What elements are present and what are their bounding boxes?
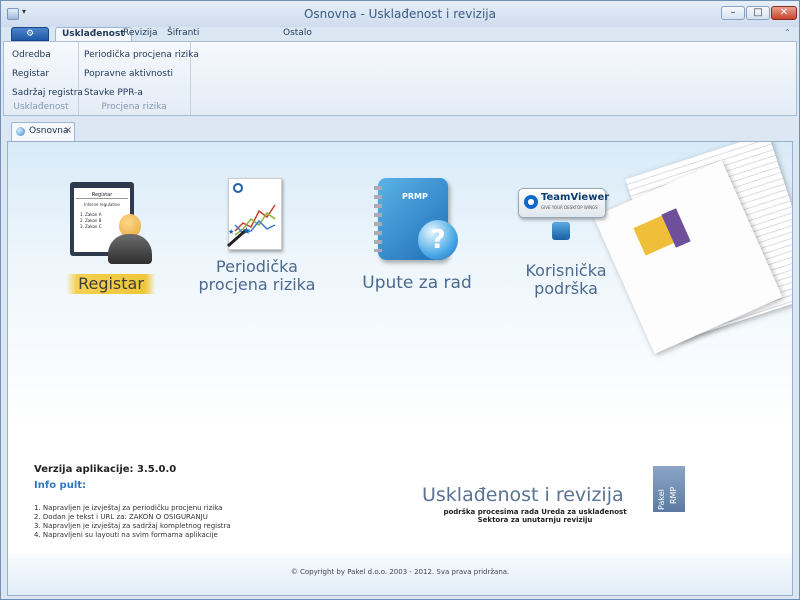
tile-registar[interactable]: Registar Interne regulative 1. Zakon A 2…: [56, 182, 166, 300]
ribbon-group-title: Usklađenost: [13, 102, 69, 112]
tile-registar-label: Registar: [66, 274, 156, 294]
tile-upute-label: Upute za rad: [362, 273, 472, 293]
doc-tab-osnovna[interactable]: Osnovna ×: [11, 122, 75, 141]
minimize-button[interactable]: –: [721, 6, 745, 20]
help-question-icon: ?: [418, 220, 458, 260]
copyright-text: © Copyright by Pakel d.o.o. 2003 - 2012.…: [290, 568, 510, 576]
tab-revizija[interactable]: Revizija: [117, 27, 163, 41]
teamviewer-name: TeamViewer: [541, 192, 610, 203]
teamviewer-icon: TeamViewer GIVE YOUR DESKTOP WINGS: [518, 188, 610, 218]
app-menu-icon: ⚙: [26, 29, 35, 39]
ribbon-item-stavke-ppr[interactable]: Stavke PPR-a: [84, 88, 143, 98]
app-version: Verzija aplikacije: 3.5.0.0: [34, 464, 177, 475]
tile-periodicka-procjena[interactable]: ★ ★ Periodička procjena rizika: [194, 178, 320, 298]
ribbon-item-registar[interactable]: Registar: [12, 69, 49, 79]
doc-tab-label: Osnovna: [29, 126, 69, 136]
ribbon-item-periodicka-procjena[interactable]: Periodička procjena rizika: [84, 50, 199, 60]
svg-text:★: ★: [242, 226, 251, 237]
tile-periodicka-label: Periodička procjena rizika: [198, 257, 316, 294]
app-window: ▾ Osnovna - Usklađenost i revizija – □ ✕…: [0, 0, 800, 600]
ribbon-panel: Odredba Registar Sadržaj registra Usklađ…: [3, 41, 797, 116]
brand-title: Usklađenost i revizija: [422, 484, 624, 506]
list-item: 2. Dodan je tekst i URL za: ZAKON O OSIG…: [34, 513, 208, 521]
ribbon-group-procjena-rizika: Periodička procjena rizika Popravne akti…: [78, 42, 199, 115]
maximize-button[interactable]: □: [746, 6, 770, 20]
footer: © Copyright by Pakel d.o.o. 2003 - 2012.…: [8, 554, 792, 595]
plug-icon: [552, 222, 570, 240]
ribbon-item-odredba[interactable]: Odredba: [12, 50, 51, 60]
close-tab-icon[interactable]: ×: [64, 125, 72, 136]
list-item: 1. Napravljen je izvještaj za periodičku…: [34, 504, 223, 512]
close-button[interactable]: ✕: [771, 6, 797, 20]
ribbon-group-title: Procjena rizika: [101, 102, 167, 112]
clipboard-lines: 1. Zakon A 2. Zakon B 3. Zakon C: [80, 212, 102, 229]
ribbon-tabs: ⚙ Usklađenost Revizija Šifranti Ostalo ⌃: [1, 27, 799, 42]
globe-icon: [16, 127, 25, 136]
ribbon-group-uskladenost: Odredba Registar Sadržaj registra Usklađ…: [4, 42, 83, 115]
ribbon-collapse-icon[interactable]: ⌃: [784, 28, 791, 37]
tab-ostalo[interactable]: Ostalo: [277, 27, 318, 41]
ribbon-item-sadrzaj-registra[interactable]: Sadržaj registra: [12, 88, 83, 98]
pakel-logo-icon: Pakel RMP: [653, 466, 685, 512]
tile-korisnicka-label: Korisnička podrška: [525, 261, 607, 298]
tab-sifranti[interactable]: Šifranti: [161, 27, 205, 41]
info-pult-list: 1. Napravljen je izvještaj za periodičku…: [34, 504, 231, 540]
magic-wand-icon: ★ ★: [224, 224, 254, 248]
brand-subtitle: podrška procesima rada Ureda za usklađen…: [443, 508, 627, 524]
document-tab-strip: Osnovna ×: [1, 117, 799, 141]
info-section: Verzija aplikacije: 3.5.0.0 Info pult: 1…: [8, 434, 792, 554]
teamviewer-tagline: GIVE YOUR DESKTOP WINGS: [541, 205, 598, 210]
main-content: Registar Interne regulative 1. Zakon A 2…: [7, 141, 793, 596]
home-hero: Registar Interne regulative 1. Zakon A 2…: [8, 142, 792, 435]
list-item: 3. Napravljen je izvještaj za sadržaj ko…: [34, 522, 231, 530]
info-pult-title: Info pult:: [34, 480, 87, 491]
person-icon: [108, 214, 152, 264]
list-item: 4. Napravljeni su layouti na svim formam…: [34, 531, 218, 539]
clipboard-title: Registar: [76, 192, 128, 199]
tile-korisnicka-podrska[interactable]: TeamViewer GIVE YOUR DESKTOP WINGS Koris…: [506, 182, 626, 302]
application-button[interactable]: ⚙: [11, 27, 49, 41]
tile-upute-za-rad[interactable]: PRMP ? Upute za rad: [352, 178, 482, 300]
clipboard-subtitle: Interne regulative: [84, 202, 120, 207]
window-title: Osnovna - Usklađenost i revizija: [303, 7, 496, 21]
book-title: PRMP: [402, 192, 428, 201]
svg-text:★: ★: [228, 228, 234, 236]
title-bar: ▾ Osnovna - Usklađenost i revizija – □ ✕: [1, 1, 799, 27]
paper-stack-decoration: [593, 142, 792, 354]
ribbon-item-popravne-aktivnosti[interactable]: Popravne aktivnosti: [84, 69, 173, 79]
